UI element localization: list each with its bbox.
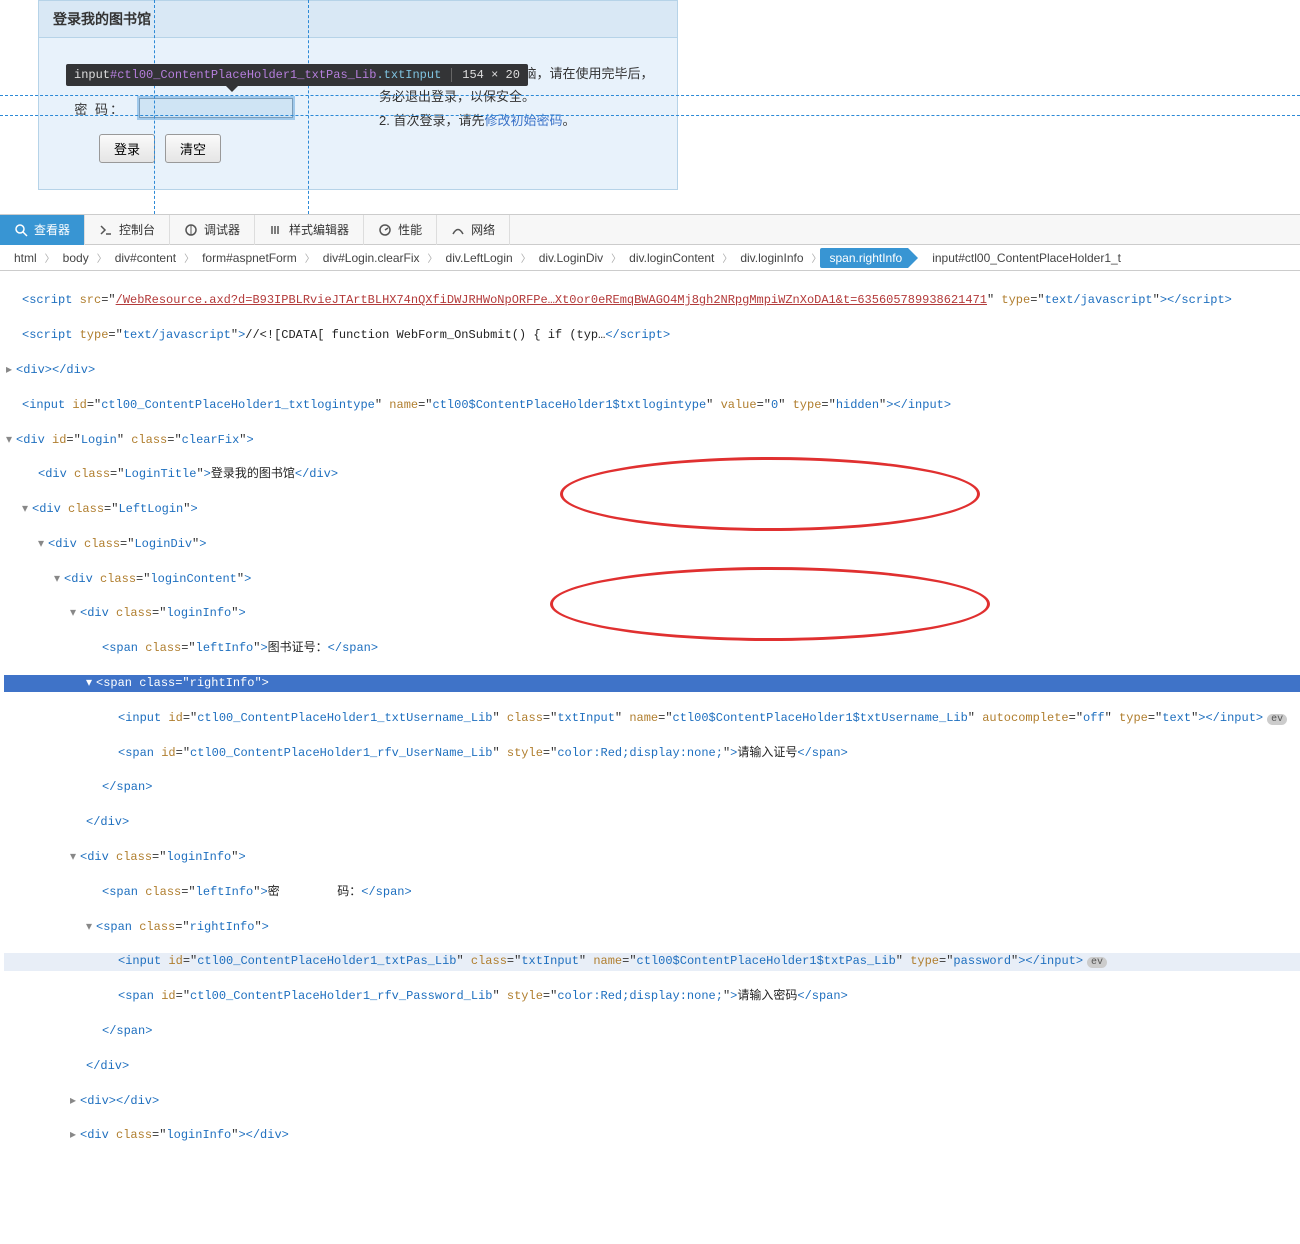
bc-logindiv[interactable]: div.LoginDiv bbox=[529, 248, 613, 268]
console-icon bbox=[99, 223, 113, 237]
button-row: 登录 清空 bbox=[59, 134, 349, 163]
tab-performance[interactable]: 性能 bbox=[364, 215, 437, 245]
tooltip-selector: input#ctl00_ContentPlaceHolder1_txtPas_L… bbox=[74, 68, 441, 82]
devtools-panel: 查看器 控制台 调试器 样式编辑器 性能 网络 html〉 body〉 div#… bbox=[0, 214, 1300, 1244]
src-leftlogin[interactable]: ▾<div class="LeftLogin"> bbox=[4, 501, 1300, 518]
password-input[interactable] bbox=[139, 98, 293, 118]
tab-inspector[interactable]: 查看器 bbox=[0, 215, 85, 245]
src-close-span-2[interactable]: </span> bbox=[4, 1023, 1300, 1040]
network-icon bbox=[451, 223, 465, 237]
bc-input[interactable]: input#ctl00_ContentPlaceHolder1_t bbox=[922, 248, 1131, 268]
src-div-empty[interactable]: ▸<div></div> bbox=[4, 362, 1300, 379]
password-row: 密 码： bbox=[59, 98, 349, 118]
devtools-tabs: 查看器 控制台 调试器 样式编辑器 性能 网络 bbox=[0, 215, 1300, 245]
login-panel: 登录我的图书馆 密 码： 登录 清空 1. 如果您使用的是公共电脑，请在使用完毕… bbox=[38, 0, 678, 190]
tip-line-2: 务必退出登录，以保安全。 bbox=[379, 85, 657, 108]
src-empty-div-2[interactable]: ▸<div></div> bbox=[4, 1093, 1300, 1110]
source-pane[interactable]: <script src="/WebResource.axd?d=B93IPBLR… bbox=[0, 271, 1300, 1244]
bc-content[interactable]: div#content bbox=[105, 248, 186, 268]
src-rfv-pass[interactable]: <span id="ctl00_ContentPlaceHolder1_rfv_… bbox=[4, 988, 1300, 1005]
src-logintitle[interactable]: <div class="LoginTitle">登录我的图书馆</div> bbox=[4, 466, 1300, 483]
bc-rightinfo[interactable]: span.rightInfo bbox=[820, 248, 909, 268]
src-user-input[interactable]: <input id="ctl00_ContentPlaceHolder1_txt… bbox=[4, 710, 1300, 728]
style-icon bbox=[269, 223, 283, 237]
tab-network[interactable]: 网络 bbox=[437, 215, 510, 245]
src-pass-input[interactable]: <input id="ctl00_ContentPlaceHolder1_txt… bbox=[4, 953, 1300, 971]
src-leftinfo-pass[interactable]: <span class="leftInfo">密 码：</span> bbox=[4, 884, 1300, 901]
bc-leftlogin[interactable]: div.LeftLogin bbox=[436, 248, 523, 268]
change-password-link[interactable]: 修改初始密码 bbox=[484, 113, 562, 128]
src-close-div-1[interactable]: </div> bbox=[4, 814, 1300, 831]
bc-html[interactable]: html bbox=[4, 248, 47, 268]
bc-body[interactable]: body bbox=[53, 248, 99, 268]
login-form: 密 码： 登录 清空 bbox=[39, 38, 369, 186]
perf-icon bbox=[378, 223, 392, 237]
debugger-icon bbox=[184, 223, 198, 237]
event-badge[interactable]: ev bbox=[1087, 957, 1107, 968]
bc-login[interactable]: div#Login.clearFix bbox=[313, 248, 430, 268]
src-logininfo-2[interactable]: ▾<div class="loginInfo"> bbox=[4, 849, 1300, 866]
tooltip-dimensions: 154 × 20 bbox=[462, 68, 520, 82]
src-login-div[interactable]: ▾<div id="Login" class="clearFix"> bbox=[4, 432, 1300, 449]
src-script-2[interactable]: <script type="text/javascript">//<![CDAT… bbox=[4, 327, 1300, 344]
src-close-div-2[interactable]: </div> bbox=[4, 1058, 1300, 1075]
login-tips: 1. 如果您使用的是公共电脑，请在使用完毕后， 务必退出登录，以保安全。 2. … bbox=[369, 38, 677, 186]
src-script-1[interactable]: <script src="/WebResource.axd?d=B93IPBLR… bbox=[4, 292, 1300, 309]
inspector-icon bbox=[14, 223, 28, 237]
event-badge[interactable]: ev bbox=[1267, 714, 1287, 725]
clear-button[interactable]: 清空 bbox=[165, 134, 221, 163]
login-title: 登录我的图书馆 bbox=[39, 1, 677, 38]
tip-line-3: 2. 首次登录，请先修改初始密码。 bbox=[379, 109, 657, 132]
login-body: 密 码： 登录 清空 1. 如果您使用的是公共电脑，请在使用完毕后， 务必退出登… bbox=[39, 38, 677, 186]
src-logininfo-1[interactable]: ▾<div class="loginInfo"> bbox=[4, 605, 1300, 622]
tab-style-editor[interactable]: 样式编辑器 bbox=[255, 215, 364, 245]
src-rightinfo-selected[interactable]: ▾<span class="rightInfo"> bbox=[4, 675, 1300, 692]
page-preview-area: 登录我的图书馆 密 码： 登录 清空 1. 如果您使用的是公共电脑，请在使用完毕… bbox=[0, 0, 1300, 214]
src-leftinfo-user[interactable]: <span class="leftInfo">图书证号：</span> bbox=[4, 640, 1300, 657]
password-label: 密 码： bbox=[59, 99, 139, 118]
bc-form[interactable]: form#aspnetForm bbox=[192, 248, 307, 268]
tooltip-divider bbox=[451, 68, 452, 82]
src-rightinfo-2[interactable]: ▾<span class="rightInfo"> bbox=[4, 919, 1300, 936]
inspect-tooltip: input#ctl00_ContentPlaceHolder1_txtPas_L… bbox=[66, 64, 528, 86]
bc-logincontent[interactable]: div.loginContent bbox=[619, 248, 724, 268]
breadcrumb: html〉 body〉 div#content〉 form#aspnetForm… bbox=[0, 245, 1300, 271]
src-rfv-user[interactable]: <span id="ctl00_ContentPlaceHolder1_rfv_… bbox=[4, 745, 1300, 762]
src-logincontent[interactable]: ▾<div class="loginContent"> bbox=[4, 571, 1300, 588]
tab-debugger[interactable]: 调试器 bbox=[170, 215, 255, 245]
bc-logininfo[interactable]: div.loginInfo bbox=[730, 248, 813, 268]
tab-console[interactable]: 控制台 bbox=[85, 215, 170, 245]
src-hidden-input[interactable]: <input id="ctl00_ContentPlaceHolder1_txt… bbox=[4, 397, 1300, 414]
login-button[interactable]: 登录 bbox=[99, 134, 155, 163]
src-logindiv[interactable]: ▾<div class="LoginDiv"> bbox=[4, 536, 1300, 553]
src-close-span-1[interactable]: </span> bbox=[4, 779, 1300, 796]
src-logininfo-3[interactable]: ▸<div class="loginInfo"></div> bbox=[4, 1127, 1300, 1144]
